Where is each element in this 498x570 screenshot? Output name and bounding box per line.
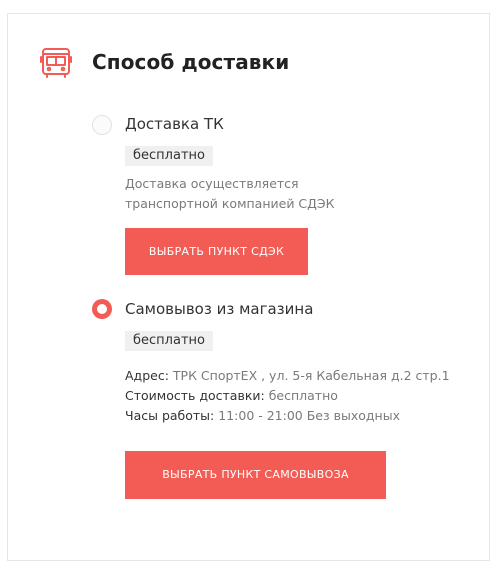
pickup-cost-row: Стоимость доставки: бесплатно <box>125 386 450 406</box>
radio-store-pickup[interactable] <box>92 299 112 319</box>
pickup-address-row: Адрес: ТРК СпортЕХ , ул. 5-я Кабельная д… <box>125 366 450 386</box>
option-label-store-pickup[interactable]: Самовывоз из магазина <box>125 300 313 318</box>
description-line: Доставка осуществляется <box>125 176 299 191</box>
price-badge-delivery-tk: бесплатно <box>125 146 213 166</box>
pickup-hours-row: Часы работы: 11:00 - 21:00 Без выходных <box>125 406 450 426</box>
option-label-delivery-tk[interactable]: Доставка ТК <box>125 115 224 133</box>
bus-icon <box>40 48 72 78</box>
delivery-tk-description: Доставка осуществляется транспортной ком… <box>125 174 385 214</box>
radio-delivery-tk[interactable] <box>92 115 112 135</box>
price-badge-store-pickup: бесплатно <box>125 331 213 351</box>
address-label: Адрес: <box>125 368 169 383</box>
description-line: транспортной компанией СДЭК <box>125 196 335 211</box>
hours-value: 11:00 - 21:00 Без выходных <box>218 408 400 423</box>
select-cdek-point-button[interactable]: ВЫБРАТЬ ПУНКТ СДЭК <box>125 228 308 275</box>
pickup-info: Адрес: ТРК СпортЕХ , ул. 5-я Кабельная д… <box>125 366 450 426</box>
cost-label: Стоимость доставки: <box>125 388 265 403</box>
section-title: Способ доставки <box>92 50 290 74</box>
hours-label: Часы работы: <box>125 408 215 423</box>
select-pickup-point-button[interactable]: ВЫБРАТЬ ПУНКТ САМОВЫВОЗА <box>125 451 386 499</box>
cost-value: бесплатно <box>268 388 338 403</box>
address-value: ТРК СпортЕХ , ул. 5-я Кабельная д.2 стр.… <box>172 368 450 383</box>
